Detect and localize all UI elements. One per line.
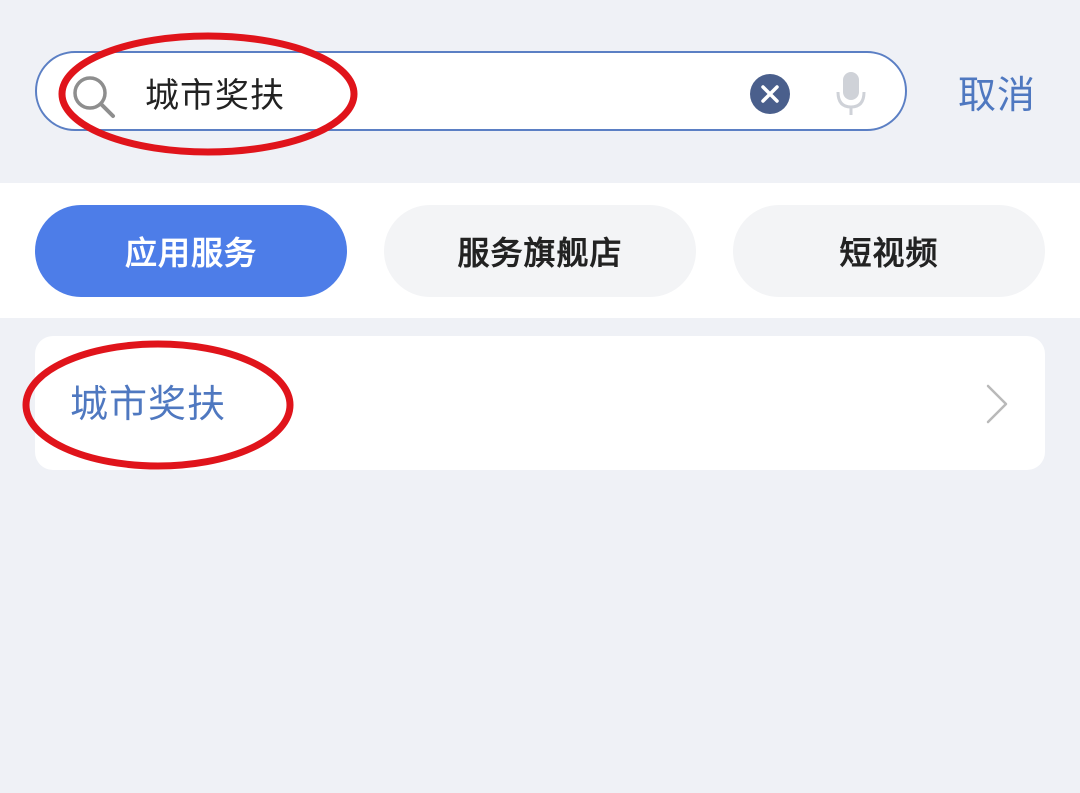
chevron-right-icon xyxy=(986,384,1008,424)
tab-short-videos[interactable]: 短视频 xyxy=(733,205,1045,297)
search-result-label: 城市奖扶 xyxy=(70,382,227,426)
microphone-icon[interactable] xyxy=(834,70,868,118)
search-icon xyxy=(73,76,115,118)
search-input[interactable]: 城市奖扶 xyxy=(145,72,285,120)
clear-icon xyxy=(761,85,779,103)
tab-app-services[interactable]: 应用服务 xyxy=(35,205,347,297)
clear-button[interactable] xyxy=(750,74,790,114)
cancel-button[interactable]: 取消 xyxy=(958,70,1036,120)
tab-service-flagship-store[interactable]: 服务旗舰店 xyxy=(384,205,696,297)
